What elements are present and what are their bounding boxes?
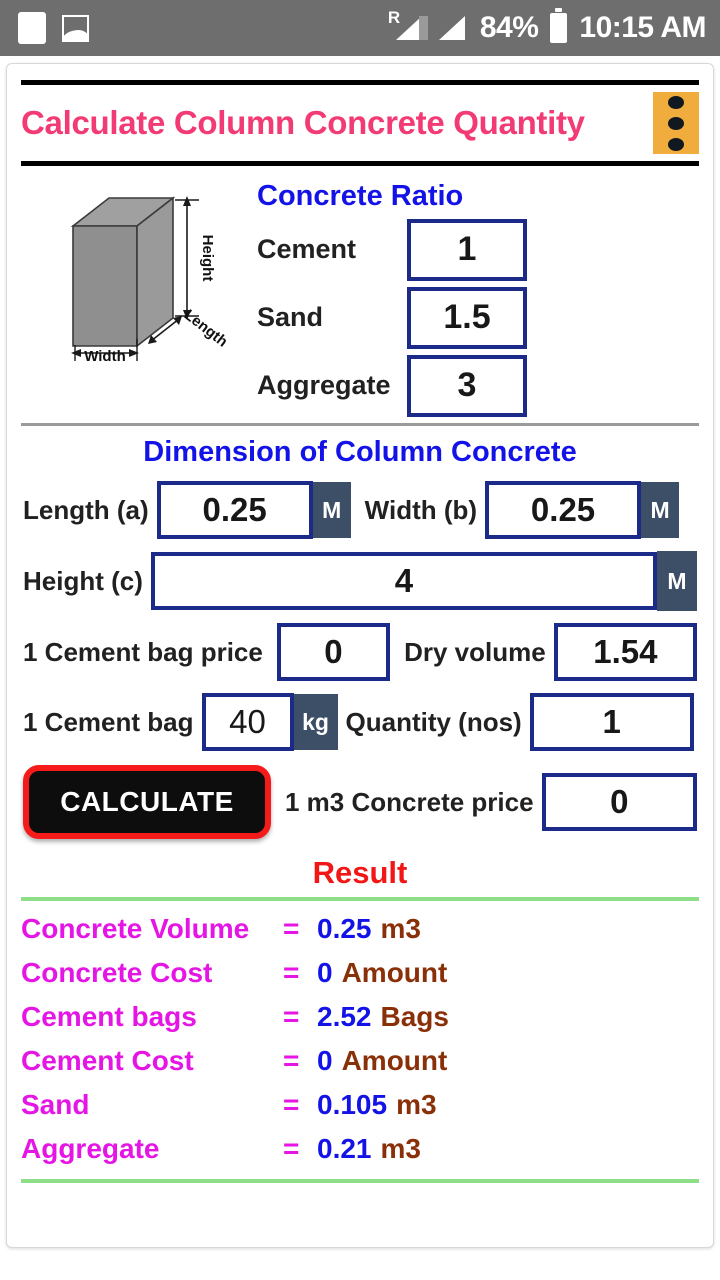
concrete-ratio-fields: Concrete Ratio Cement 1 Sand 1.5 Aggrega… <box>257 174 713 417</box>
ratio-row-cement: Cement 1 <box>257 218 713 281</box>
ratio-input-aggregate[interactable]: 3 <box>407 354 527 417</box>
height-label: Height (c) <box>23 565 143 596</box>
ratio-label-cement: Cement <box>257 234 357 264</box>
diagram-length-label: Length <box>181 306 231 350</box>
result-equals: = <box>283 1133 300 1164</box>
result-unit: m3 <box>380 913 421 944</box>
signal-triangle <box>438 16 465 40</box>
cement-bag-weight-input[interactable]: 40 <box>201 693 294 751</box>
result-title: Result <box>312 855 408 890</box>
height-input[interactable]: 4 <box>150 552 657 610</box>
row-bag-weight-quantity: 1 Cement bag 40 kg Quantity (nos) 1 <box>7 693 713 751</box>
dry-volume-input[interactable]: 1.54 <box>553 623 697 681</box>
clock: 10:15 AM <box>579 11 706 44</box>
ratio-input-sand[interactable]: 1.5 <box>407 286 527 349</box>
diagram-width-label: Width <box>84 348 126 361</box>
width-unit-badge: M <box>641 482 680 538</box>
result-label: Concrete Cost <box>21 957 213 988</box>
result-label: Concrete Volume <box>21 913 250 944</box>
ratio-label-sand: Sand <box>257 302 324 332</box>
length-unit-badge: M <box>312 482 351 538</box>
column-3d-illustration: Height Length Width <box>70 196 231 361</box>
result-row-cement-cost: Cement Cost = 0 Amount <box>7 1045 713 1077</box>
result-row-cement-bags: Cement bags = 2.52 Bags <box>7 1001 713 1033</box>
cement-bag-price-input[interactable]: 0 <box>276 623 391 681</box>
concrete-ratio-title: Concrete Ratio <box>257 180 464 212</box>
signal-icon <box>437 11 471 45</box>
result-label: Aggregate <box>21 1133 160 1164</box>
blank-app-icon <box>18 12 46 44</box>
status-bar-left-icons <box>18 12 89 44</box>
result-value: 0.105 <box>317 1089 388 1120</box>
result-value: 0 <box>317 1045 333 1076</box>
result-label: Cement Cost <box>21 1045 194 1076</box>
quantity-label: Quantity (nos) <box>345 706 522 737</box>
result-equals: = <box>283 913 300 944</box>
concrete-price-label: 1 m3 Concrete price <box>285 786 534 817</box>
result-equals: = <box>283 1045 300 1076</box>
result-row-aggregate: Aggregate = 0.21 m3 <box>7 1133 713 1165</box>
row-calculate: CALCULATE 1 m3 Concrete price 0 <box>7 765 713 839</box>
quantity-input[interactable]: 1 <box>529 693 694 751</box>
ratio-input-cement[interactable]: 1 <box>407 218 527 281</box>
result-row-sand: Sand = 0.105 m3 <box>7 1089 713 1121</box>
result-value: 2.52 <box>317 1001 372 1032</box>
ratio-row-sand: Sand 1.5 <box>257 286 713 349</box>
diagram-height-label: Height <box>199 235 216 282</box>
length-input[interactable]: 0.25 <box>156 481 313 539</box>
battery-icon <box>550 8 568 43</box>
ratio-label-aggregate: Aggregate <box>257 370 391 400</box>
result-row-concrete-cost: Concrete Cost = 0 Amount <box>7 957 713 989</box>
result-bottom-divider <box>21 1179 699 1183</box>
width-label: Width (b) <box>364 494 478 525</box>
status-bar: R 84% 10:15 AM <box>0 0 720 56</box>
result-value: 0.21 <box>317 1133 372 1164</box>
result-row-concrete-volume: Concrete Volume = 0.25 m3 <box>7 913 713 945</box>
calculate-button[interactable]: CALCULATE <box>23 765 271 839</box>
result-unit: Amount <box>341 1045 448 1076</box>
ratio-row-aggregate: Aggregate 3 <box>257 354 713 417</box>
height-unit-badge: M <box>657 551 697 611</box>
gallery-icon <box>62 14 89 42</box>
result-value: 0 <box>317 957 333 988</box>
result-unit: Amount <box>341 957 448 988</box>
result-label: Cement bags <box>21 1001 197 1032</box>
cement-bag-label: 1 Cement bag <box>23 706 194 737</box>
column-diagram: Height Length Width <box>7 174 257 417</box>
result-equals: = <box>283 1001 300 1032</box>
length-label: Length (a) <box>23 494 149 525</box>
width-input[interactable]: 0.25 <box>485 481 642 539</box>
result-unit: m3 <box>380 1133 421 1164</box>
result-label: Sand <box>21 1089 90 1120</box>
menu-dot-icon <box>668 137 684 151</box>
signal-roaming-icon: R <box>388 9 428 45</box>
battery-percent: 84% <box>479 11 539 44</box>
page-title: Calculate Column Concrete Quantity <box>21 104 585 141</box>
menu-dot-icon <box>668 116 684 130</box>
row-bag-price-dry-volume: 1 Cement bag price 0 Dry volume 1.54 <box>7 623 713 681</box>
status-bar-right-icons: R 84% 10:15 AM <box>388 8 706 45</box>
dry-volume-label: Dry volume <box>404 636 546 667</box>
result-top-divider <box>21 897 699 901</box>
dimension-row-height: Height (c) 4 M <box>7 551 713 611</box>
cement-bag-unit-badge: kg <box>293 694 338 750</box>
app-card: Calculate Column Concrete Quantity Heigh… <box>6 63 714 1248</box>
concrete-ratio-section: Height Length Width Concrete Ratio Cemen… <box>7 166 713 417</box>
result-unit: Bags <box>380 1001 449 1032</box>
result-value: 0.25 <box>317 913 372 944</box>
overflow-menu-button[interactable] <box>653 92 699 154</box>
dimension-section-title: Dimension of Column Concrete <box>143 436 577 468</box>
result-unit: m3 <box>396 1089 437 1120</box>
result-equals: = <box>283 957 300 988</box>
menu-dot-icon <box>668 95 684 109</box>
app-header: Calculate Column Concrete Quantity <box>7 85 713 161</box>
cement-bag-price-label: 1 Cement bag price <box>23 636 263 667</box>
dimension-row-length-width: Length (a) 0.25 M Width (b) 0.25 M <box>7 481 713 539</box>
result-equals: = <box>283 1089 300 1120</box>
signal-triangle <box>395 16 422 40</box>
concrete-price-input[interactable]: 0 <box>541 773 697 831</box>
ratio-section-divider <box>21 423 699 426</box>
